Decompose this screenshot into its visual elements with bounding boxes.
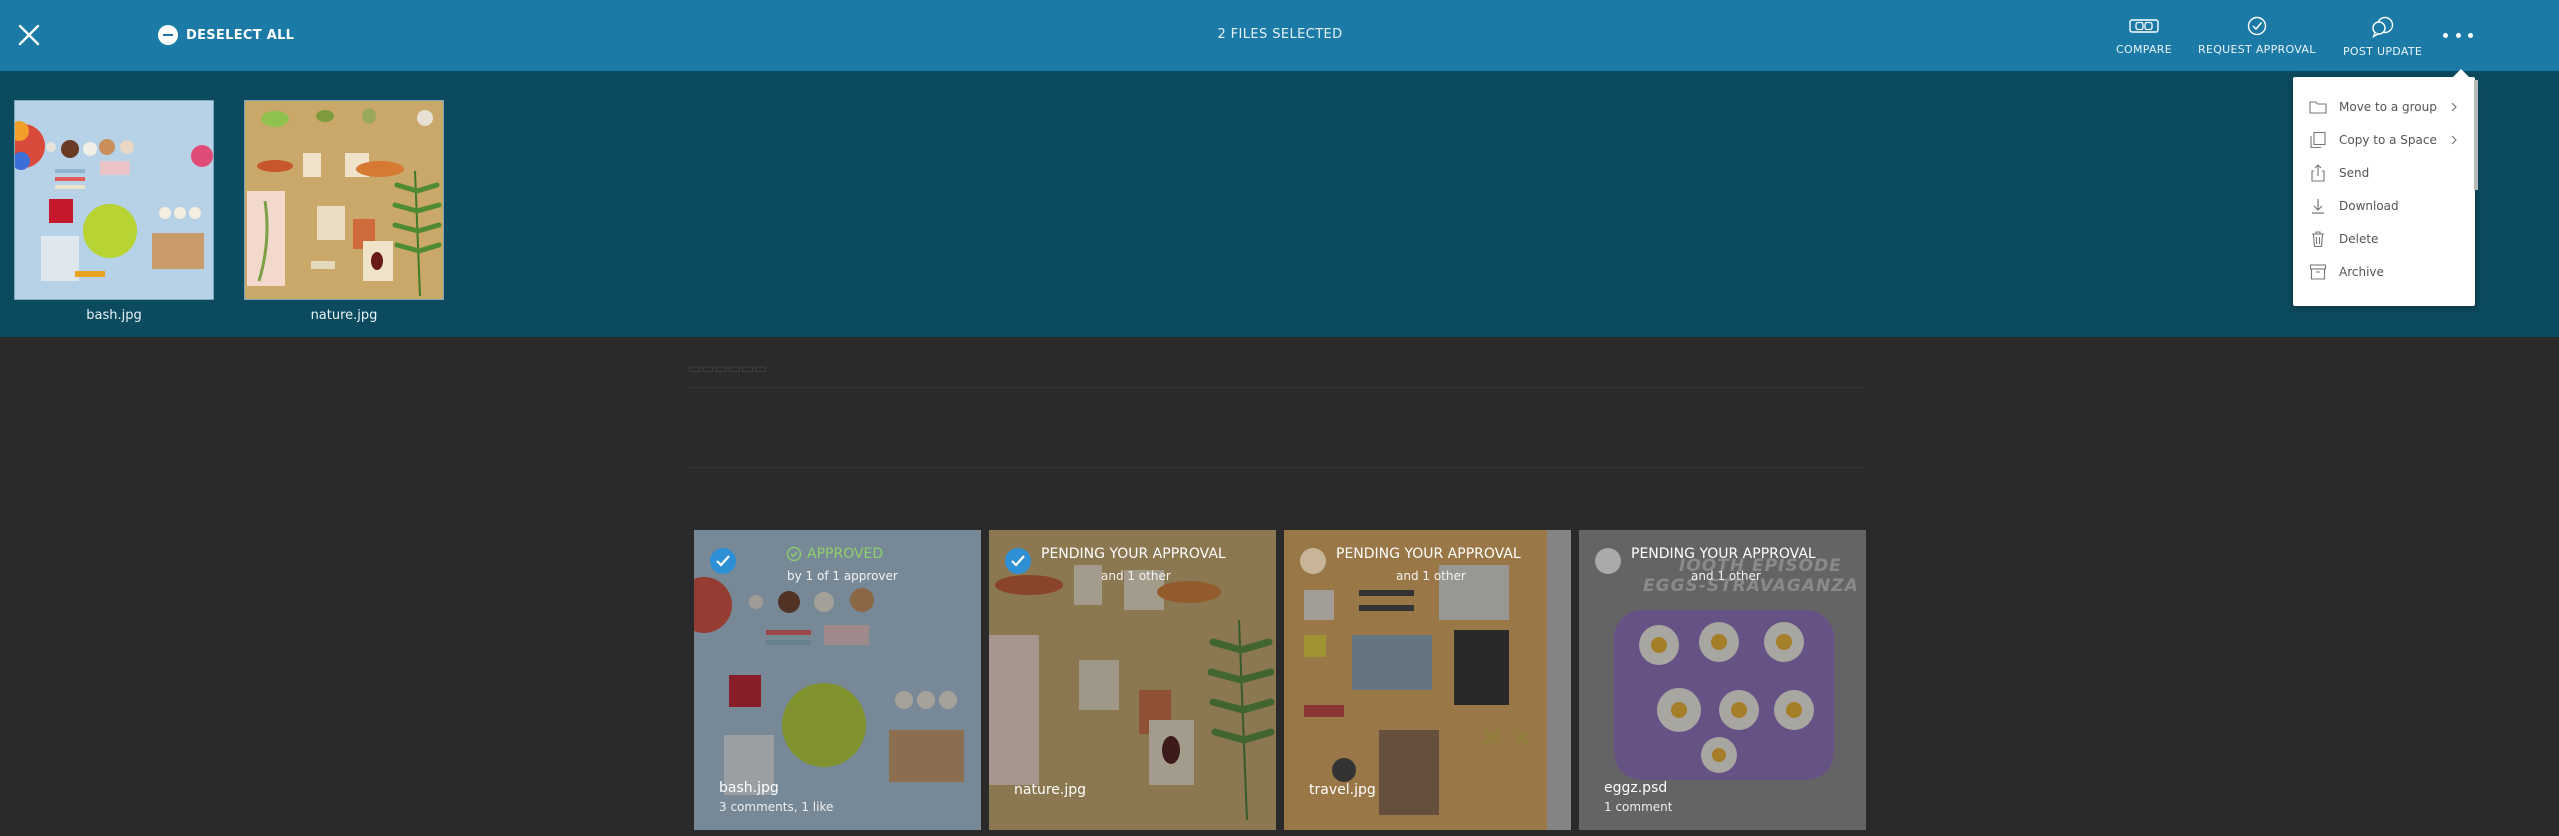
selected-files-tray: bash.jpg nature.jpg — [0, 71, 2559, 337]
close-icon — [18, 24, 40, 46]
file-card-eggz[interactable]: IOOTH EPISODE EGGS-STRAVAGANZA PENDING Y… — [1579, 530, 1866, 830]
approval-status-sub: and 1 other — [1101, 569, 1171, 583]
post-update-label: POST UPDATE — [2343, 45, 2423, 58]
selection-toolbar: DESELECT ALL 2 FILES SELECTED COMPARE RE… — [0, 0, 2559, 71]
tray-item-name: bash.jpg — [86, 308, 142, 323]
request-approval-button[interactable]: REQUEST APPROVAL — [2198, 16, 2316, 56]
share-icon — [2311, 164, 2325, 182]
card-file-name: nature.jpg — [1014, 782, 1086, 798]
more-dot-icon — [2443, 32, 2448, 38]
deselect-all-button[interactable]: DESELECT ALL — [158, 24, 294, 46]
card-meta: 3 comments, 1 like — [719, 800, 834, 814]
approval-status-sub: and 1 other — [1691, 569, 1761, 583]
menu-item-label: Download — [2339, 199, 2399, 213]
card-file-name: travel.jpg — [1309, 782, 1376, 798]
more-dot-icon — [2455, 32, 2461, 38]
tray-item-bash[interactable]: bash.jpg — [14, 100, 214, 323]
menu-item-label: Send — [2339, 166, 2370, 180]
file-card-nature[interactable]: PENDING YOUR APPROVAL and 1 other nature… — [989, 530, 1276, 830]
compare-button[interactable]: COMPARE — [2116, 16, 2172, 56]
card-meta: 1 comment — [1604, 800, 1673, 814]
approval-status: PENDING YOUR APPROVAL — [1336, 546, 1521, 562]
chevron-right-icon — [2451, 102, 2457, 112]
chevron-right-icon — [2451, 135, 2457, 145]
menu-item-label: Archive — [2339, 265, 2384, 279]
approval-status-sub: and 1 other — [1396, 569, 1466, 583]
menu-item-archive[interactable]: Archive — [2293, 258, 2475, 286]
download-icon — [2312, 199, 2324, 214]
menu-item-label: Move to a group — [2339, 100, 2437, 114]
tray-item-name: nature.jpg — [310, 308, 378, 323]
approval-status: PENDING YOUR APPROVAL — [1041, 546, 1226, 562]
minus-circle-icon — [158, 25, 178, 45]
request-approval-label: REQUEST APPROVAL — [2198, 43, 2316, 56]
approved-check-icon — [786, 546, 802, 562]
ghost-tab: ▭▭▭▭▭▭ — [688, 361, 768, 377]
menu-item-delete[interactable]: Delete — [2293, 225, 2475, 253]
card-file-name: bash.jpg — [719, 780, 779, 796]
menu-item-label: Copy to a Space — [2339, 133, 2437, 147]
compare-label: COMPARE — [2116, 43, 2172, 56]
approval-status: APPROVED — [786, 546, 883, 562]
approval-status-label: APPROVED — [807, 546, 884, 562]
deselect-all-label: DESELECT ALL — [186, 27, 295, 43]
compare-icon — [2129, 19, 2159, 33]
chat-bubbles-icon — [2371, 16, 2393, 38]
menu-item-label: Delete — [2339, 232, 2379, 246]
bash-thumbnail[interactable] — [14, 100, 214, 300]
menu-item-send[interactable]: Send — [2293, 159, 2475, 187]
close-selection-button[interactable] — [14, 20, 44, 50]
divider — [688, 467, 1868, 468]
card-checkbox[interactable] — [1300, 548, 1326, 574]
approval-status-sub: by 1 of 1 approver — [787, 569, 898, 583]
check-circle-icon — [2247, 16, 2267, 36]
menu-item-download[interactable]: Download — [2293, 192, 2475, 220]
move-to-group-icon — [2309, 101, 2327, 114]
post-update-button[interactable]: POST UPDATE — [2343, 16, 2422, 58]
file-card-bash[interactable]: APPROVED by 1 of 1 approver bash.jpg 3 c… — [694, 530, 981, 830]
trash-icon — [2312, 231, 2324, 248]
card-checkbox[interactable] — [1005, 548, 1031, 574]
selection-count: 2 FILES SELECTED — [1217, 27, 1343, 42]
tray-item-nature[interactable]: nature.jpg — [244, 100, 444, 323]
more-dot-icon — [2468, 32, 2473, 38]
menu-item-copy-to-space[interactable]: Copy to a Space — [2293, 126, 2475, 154]
menu-item-move-to-group[interactable]: Move to a group — [2293, 93, 2475, 121]
card-checkbox[interactable] — [1595, 548, 1621, 574]
archive-icon — [2309, 264, 2327, 280]
approval-status: PENDING YOUR APPROVAL — [1631, 546, 1816, 562]
divider — [688, 387, 1868, 388]
file-card-travel[interactable]: PENDING YOUR APPROVAL and 1 other travel… — [1284, 530, 1571, 830]
file-library-background: ▭▭▭▭▭▭ — [0, 337, 2559, 836]
copy-icon — [2310, 131, 2326, 149]
menu-scrollbar[interactable] — [2474, 80, 2478, 190]
card-checkbox[interactable] — [710, 548, 736, 574]
nature-thumbnail[interactable] — [244, 100, 444, 300]
more-options-button[interactable] — [2443, 28, 2473, 42]
check-icon — [1011, 555, 1025, 567]
more-options-menu: Move to a group Copy to a Space Send Dow… — [2293, 69, 2475, 306]
card-file-name: eggz.psd — [1604, 780, 1668, 796]
check-icon — [716, 555, 730, 567]
